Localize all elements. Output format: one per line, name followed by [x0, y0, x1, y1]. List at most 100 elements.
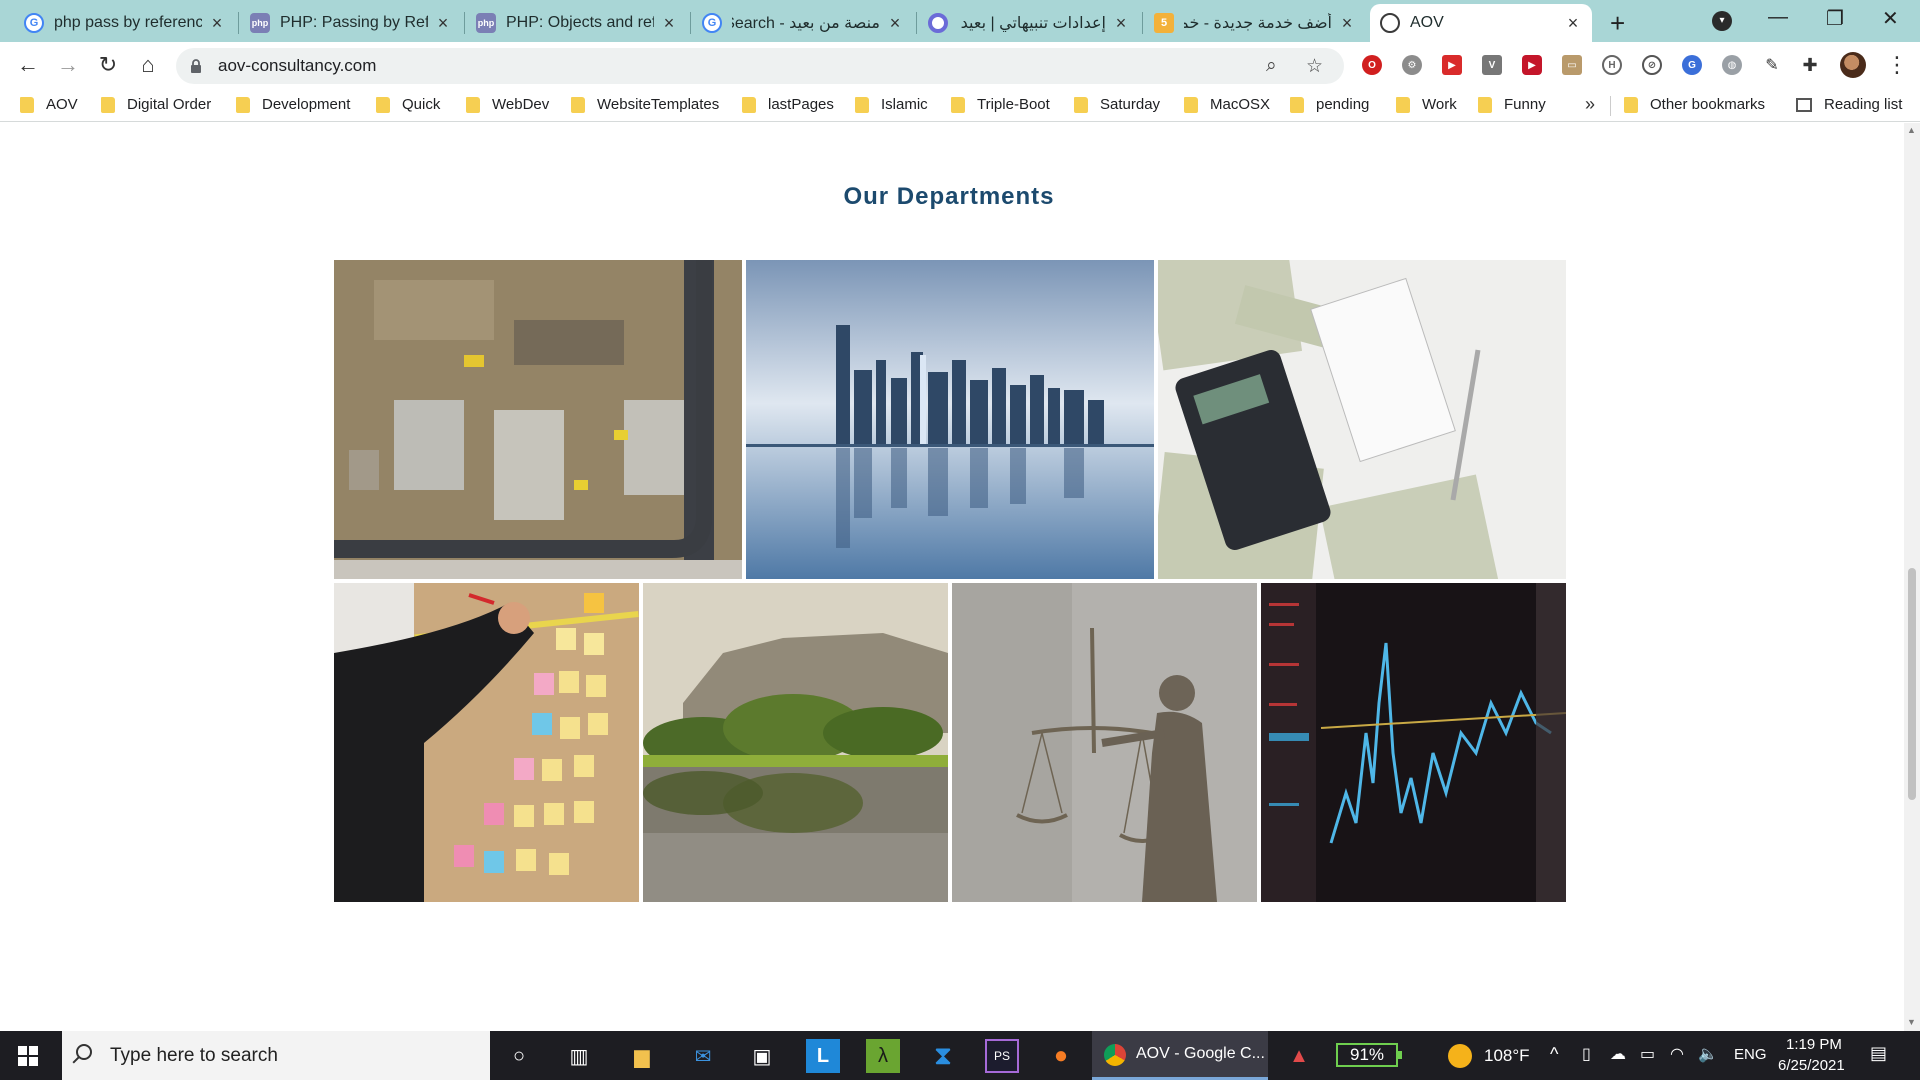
wifi-icon[interactable]: ◠ [1670, 1044, 1684, 1064]
bookmark-macosx[interactable]: MacOSX [1184, 96, 1270, 113]
bookmark-digital-order[interactable]: Digital Order [101, 96, 211, 113]
cortana-icon[interactable]: ○ [502, 1039, 536, 1073]
department-tile-construction[interactable] [334, 260, 742, 579]
url-text[interactable]: aov-consultancy.com [218, 56, 376, 76]
department-tile-city[interactable] [746, 260, 1154, 579]
bookmarks-overflow-button[interactable]: » [1585, 94, 1595, 115]
profile-avatar[interactable] [1840, 52, 1866, 78]
bookmark-other-bookmarks[interactable]: Other bookmarks [1624, 96, 1765, 113]
bookmark-label: MacOSX [1210, 96, 1271, 113]
bookmark-saturday[interactable]: Saturday [1074, 96, 1160, 113]
zoom-icon[interactable]: ⌕ [1266, 55, 1277, 77]
tab-notification-settings[interactable]: إعدادات تنبيهاتي | بعيد × [918, 4, 1140, 42]
windows-start-icon[interactable] [18, 1046, 38, 1066]
mail-icon[interactable]: ✉ [686, 1039, 720, 1073]
scroll-down-arrow-icon[interactable]: ▼ [1907, 1017, 1916, 1027]
back-icon[interactable]: ← [14, 52, 42, 78]
v-extension-icon[interactable]: V [1482, 55, 1502, 75]
tab-search-icon[interactable]: ▾ [1712, 11, 1732, 31]
close-icon[interactable]: × [208, 13, 226, 34]
task-view-icon[interactable]: ▥ [562, 1039, 596, 1073]
tab-aov-active[interactable]: AOV × [1370, 4, 1592, 42]
video-extension-icon[interactable]: ▶ [1522, 55, 1542, 75]
forward-icon[interactable]: → [54, 52, 82, 78]
home-icon[interactable]: ⌂ [134, 52, 162, 78]
close-icon[interactable]: × [434, 13, 452, 34]
department-tile-finance[interactable] [1158, 260, 1566, 579]
notifications-icon[interactable]: ▤ [1870, 1043, 1887, 1064]
bookmark-pending[interactable]: pending [1290, 96, 1369, 113]
bookmark-star-icon[interactable]: ☆ [1306, 55, 1323, 78]
close-icon[interactable]: × [1338, 13, 1356, 34]
bookmark-websitetemplates[interactable]: WebsiteTemplates [571, 96, 719, 113]
l-app-icon[interactable]: L [806, 1039, 840, 1073]
window-close-icon[interactable]: ✕ [1882, 6, 1899, 31]
scrollbar-thumb[interactable] [1908, 568, 1916, 800]
tab-add-new-service[interactable]: 5 أضف خدمة جديدة - خم × [1144, 4, 1366, 42]
bookmark-label: WebsiteTemplates [597, 96, 720, 113]
bookmark-funny[interactable]: Funny [1478, 96, 1546, 113]
device-icon[interactable]: ▯ [1582, 1044, 1591, 1064]
bookmark-lastpages[interactable]: lastPages [742, 96, 834, 113]
reload-icon[interactable]: ↻ [94, 52, 122, 78]
volume-icon[interactable]: 🔈 [1698, 1044, 1718, 1064]
globe-icon [1380, 13, 1400, 33]
department-tile-markets[interactable] [1261, 583, 1566, 902]
file-explorer-icon[interactable]: ▆ [625, 1039, 659, 1073]
block-extension-icon[interactable]: ⊘ [1642, 55, 1662, 75]
tab-php-passing-by-reference[interactable]: php PHP: Passing by Refere × [240, 4, 462, 42]
firefox-icon[interactable]: ● [1044, 1039, 1078, 1073]
battery-indicator[interactable]: 91% [1336, 1043, 1402, 1067]
show-hidden-icons-icon[interactable]: ^ [1550, 1044, 1558, 1065]
bookmark-triple-boot[interactable]: Triple-Boot [951, 96, 1050, 113]
bookmark-quick[interactable]: Quick [376, 96, 440, 113]
bookmark-aov[interactable]: AOV [20, 96, 78, 113]
onedrive-cloud-icon[interactable]: ☁ [1610, 1044, 1626, 1064]
department-tile-environment[interactable] [643, 583, 948, 902]
globe-extension-icon[interactable]: ◍ [1722, 55, 1742, 75]
taskbar-search-box[interactable]: Type here to search [62, 1031, 490, 1080]
battery-tray-icon[interactable]: ▭ [1640, 1044, 1655, 1064]
tab-strip: G php pass by reference × php PHP: Passi… [0, 0, 1920, 42]
tab-php-search[interactable]: G php pass by reference × [14, 4, 236, 42]
tab-php-objects-references[interactable]: php PHP: Objects and refe × [466, 4, 688, 42]
store-icon[interactable]: ▣ [745, 1039, 779, 1073]
translate-extension-icon[interactable]: G [1682, 55, 1702, 75]
language-indicator[interactable]: ENG [1734, 1046, 1767, 1063]
bookmark-webdev[interactable]: WebDev [466, 96, 549, 113]
clock-date[interactable]: 6/25/2021 [1778, 1057, 1845, 1074]
tab-arabic-search[interactable]: G منصة من بعيد - Search × [692, 4, 914, 42]
bookmark-development[interactable]: Development [236, 96, 350, 113]
minimize-icon[interactable]: — [1768, 6, 1788, 29]
weather-sun-icon[interactable] [1448, 1044, 1472, 1068]
h-extension-icon[interactable]: H [1602, 55, 1622, 75]
lambda-app-icon[interactable]: λ [866, 1039, 900, 1073]
weather-temperature[interactable]: 108°F [1484, 1046, 1530, 1066]
close-icon[interactable]: × [660, 13, 678, 34]
close-icon[interactable]: × [1112, 13, 1130, 34]
vscode-icon[interactable]: ⧗ [926, 1039, 960, 1073]
bookmark-islamic[interactable]: Islamic [855, 96, 928, 113]
reading-list-button[interactable]: Reading list [1796, 96, 1902, 113]
restore-icon[interactable]: ❐ [1826, 6, 1844, 31]
gear-extension-icon[interactable]: ⚙ [1402, 55, 1422, 75]
close-icon[interactable]: × [886, 13, 904, 34]
scroll-up-arrow-icon[interactable]: ▲ [1907, 125, 1916, 135]
phpstorm-icon[interactable]: PS [985, 1039, 1019, 1073]
opera-adblock-icon[interactable]: O [1362, 55, 1382, 75]
address-bar[interactable]: aov-consultancy.com ⌕ ☆ [176, 48, 1344, 84]
card-extension-icon[interactable]: ▭ [1562, 55, 1582, 75]
eyedropper-extension-icon[interactable]: ✎ [1762, 55, 1782, 75]
new-tab-button[interactable]: + [1610, 8, 1625, 39]
department-tile-planning[interactable] [334, 583, 639, 902]
clock-time[interactable]: 1:19 PM [1786, 1036, 1842, 1053]
close-icon[interactable]: × [1564, 13, 1582, 34]
kebab-menu-icon[interactable]: ⋮ [1886, 52, 1908, 78]
popcorn-app-icon[interactable]: ▲ [1282, 1039, 1316, 1073]
red-extension-icon[interactable]: ▶ [1442, 55, 1462, 75]
puzzle-extensions-icon[interactable]: ✚ [1800, 55, 1820, 75]
taskbar-chrome-active[interactable]: AOV - Google C... [1092, 1031, 1268, 1080]
bookmark-work[interactable]: Work [1396, 96, 1457, 113]
page-scrollbar[interactable]: ▲ ▼ [1904, 123, 1920, 1031]
department-tile-legal[interactable] [952, 583, 1257, 902]
